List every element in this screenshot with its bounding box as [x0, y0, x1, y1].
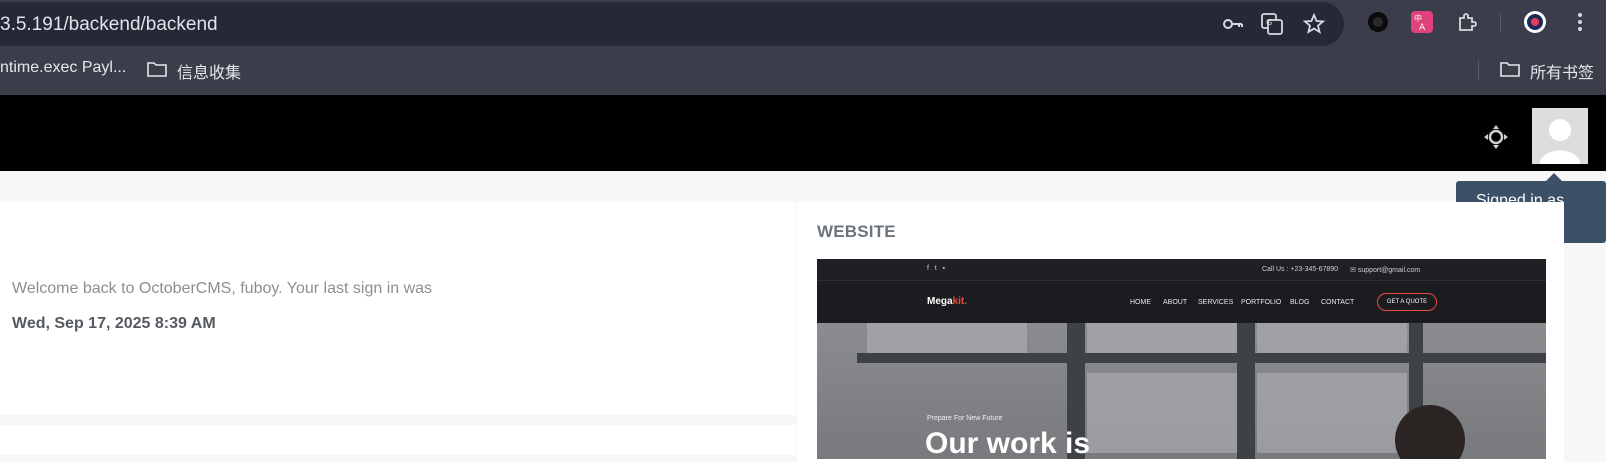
extension-translate-ca-icon[interactable]: 中 A: [1410, 10, 1434, 34]
bookmark-item[interactable]: ntime.exec Payl...: [0, 59, 126, 77]
folder-icon: [147, 62, 167, 77]
website-preview[interactable]: f t ▪ Call Us : +23-345-67890 ✉ support@…: [817, 259, 1546, 459]
preview-navbar: Megakit. HOME ABOUT SERVICES PORTFOLIO B…: [817, 281, 1546, 323]
last-sign-in-date: Wed, Sep 17, 2025 8:39 AM: [12, 315, 216, 332]
extensions-puzzle-icon[interactable]: [1455, 10, 1479, 34]
bookmark-folder[interactable]: 信息收集: [147, 59, 241, 83]
profile-avatar-icon[interactable]: [1523, 10, 1547, 34]
preview-menu-item: BLOG: [1290, 299, 1310, 306]
browser-chrome: 3.5.191/backend/backend G 中 A ntime.exec…: [0, 0, 1606, 95]
bookmarks-bar: ntime.exec Payl... 信息收集 所有书签: [0, 52, 1606, 88]
app-header: [0, 95, 1606, 171]
all-bookmarks-button[interactable]: 所有书签: [1500, 59, 1594, 83]
preview-social-icons: f t ▪: [927, 265, 946, 272]
translate-icon[interactable]: G: [1260, 12, 1284, 36]
preview-menu-item: HOME: [1130, 299, 1151, 306]
password-key-icon[interactable]: [1221, 12, 1245, 36]
toolbar-separator: [1500, 14, 1501, 32]
bookmark-star-icon[interactable]: [1302, 12, 1326, 36]
address-bar[interactable]: 3.5.191/backend/backend G: [0, 2, 1344, 46]
preview-heading: Our work is: [925, 427, 1091, 459]
preview-logo: Megakit.: [927, 296, 968, 307]
move-arrows-icon[interactable]: [1482, 123, 1510, 151]
preview-menu-item: SERVICES: [1198, 299, 1234, 306]
address-text[interactable]: 3.5.191/backend/backend: [0, 14, 218, 36]
preview-topbar: f t ▪ Call Us : +23-345-67890 ✉ support@…: [817, 259, 1546, 281]
user-silhouette-icon: [1540, 119, 1580, 164]
welcome-card: [0, 202, 796, 415]
preview-tagline: Prepare For New Future: [927, 415, 1003, 422]
svg-text:A: A: [1419, 23, 1426, 33]
secondary-card: [0, 425, 796, 455]
browser-menu-icon[interactable]: [1568, 10, 1592, 34]
bookmark-folder-label: 信息收集: [177, 65, 242, 82]
website-title: WEBSITE: [817, 222, 896, 241]
svg-text:中: 中: [1414, 13, 1422, 23]
preview-email: ✉ support@gmail.com: [1350, 267, 1421, 274]
all-bookmarks-label: 所有书签: [1530, 65, 1595, 82]
extension-record-icon[interactable]: [1366, 10, 1390, 34]
preview-menu-item: ABOUT: [1163, 299, 1188, 306]
bookmarks-separator: [1478, 60, 1479, 80]
welcome-message: Welcome back to OctoberCMS, fuboy. Your …: [12, 280, 433, 297]
preview-menu-item: PORTFOLIO: [1241, 299, 1282, 306]
preview-call-us: Call Us : +23-345-67890: [1262, 266, 1339, 273]
preview-quote-button: GET A QUOTE: [1377, 293, 1437, 311]
svg-text:G: G: [1266, 18, 1272, 27]
user-avatar[interactable]: [1532, 108, 1588, 164]
preview-menu-item: CONTACT: [1321, 299, 1355, 306]
folder-icon: [1500, 62, 1520, 77]
